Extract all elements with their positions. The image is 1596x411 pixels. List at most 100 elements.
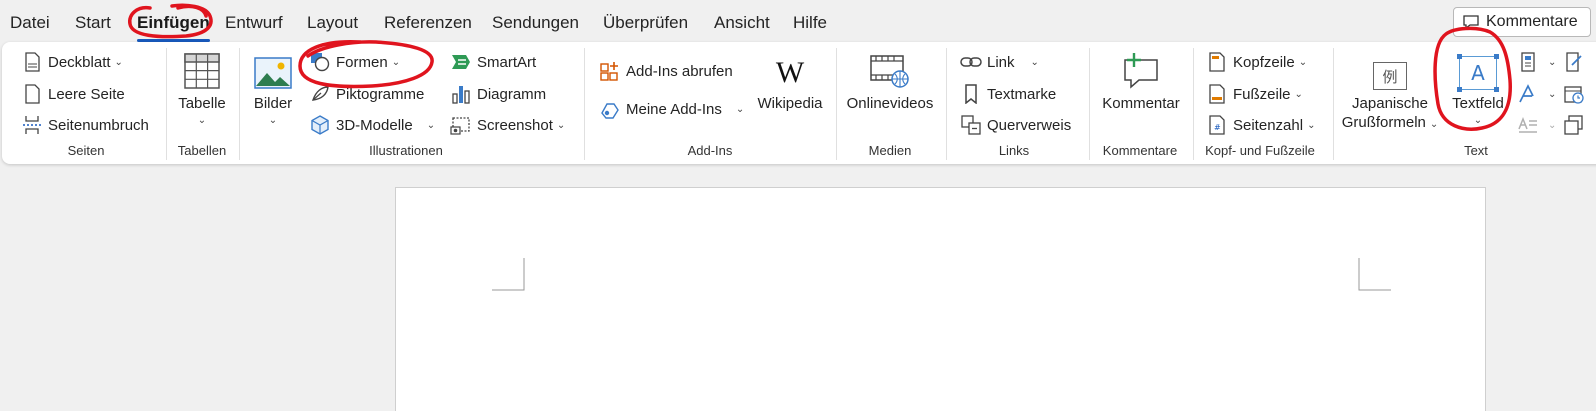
querverweis-button[interactable]: Querverweis — [959, 112, 1071, 138]
tabelle-label: Tabelle — [178, 95, 226, 112]
tab-start[interactable]: Start — [75, 12, 111, 34]
online-video-icon — [869, 48, 911, 90]
japanische-label-line2: Grußformeln ⌄ — [1341, 114, 1439, 131]
leere-seite-label: Leere Seite — [48, 85, 125, 103]
bilder-button[interactable]: Bilder ⌄ — [248, 48, 298, 127]
ribbon-panel: Deckblatt ⌄ Leere Seite Seitenumbruch Sei… — [2, 42, 1596, 164]
header-icon — [1205, 50, 1229, 74]
fusszeile-button[interactable]: Fußzeile ⌄ — [1205, 81, 1303, 107]
wikipedia-icon: W — [775, 56, 805, 89]
meine-add-ins-button[interactable]: Meine Add-Ins ⌄ — [598, 96, 744, 122]
comments-button[interactable]: Kommentare — [1453, 7, 1591, 37]
my-addins-icon — [598, 97, 622, 121]
drop-cap-button[interactable]: ⌄ — [1516, 112, 1556, 138]
tabelle-button[interactable]: Tabelle ⌄ — [174, 48, 230, 127]
japanische-grussformeln-button[interactable]: 例 Japanische Grußformeln ⌄ — [1342, 48, 1438, 134]
chevron-down-icon: ⌄ — [391, 56, 401, 68]
kommentar-button[interactable]: Kommentar — [1098, 48, 1184, 113]
tab-referenzen[interactable]: Referenzen — [384, 12, 472, 34]
kopfzeile-label: Kopfzeile — [1233, 53, 1295, 71]
textmarke-button[interactable]: Textmarke — [959, 81, 1056, 107]
smartart-label: SmartArt — [477, 53, 537, 71]
textfeld-label: Textfeld — [1452, 95, 1504, 112]
date-time-icon — [1562, 82, 1586, 106]
leere-seite-button[interactable]: Leere Seite — [20, 81, 125, 107]
page-break-icon — [20, 113, 44, 137]
screenshot-icon — [449, 113, 473, 137]
group-divider — [946, 48, 947, 160]
tab-ueberpruefen[interactable]: Überprüfen — [603, 12, 688, 34]
group-label-links: Links — [998, 143, 1030, 158]
formen-button[interactable]: Formen ⌄ — [308, 49, 400, 75]
picture-icon — [254, 48, 292, 90]
cube-icon — [308, 113, 332, 137]
tab-layout[interactable]: Layout — [307, 12, 358, 34]
chevron-down-icon: ⌄ — [1548, 56, 1557, 68]
group-divider — [166, 48, 167, 160]
3d-modelle-label: 3D-Modelle — [336, 116, 413, 134]
group-divider — [1089, 48, 1090, 160]
fusszeile-label: Fußzeile — [1233, 85, 1291, 103]
chevron-down-icon: ⌄ — [1548, 119, 1557, 131]
chevron-down-icon: ⌄ — [197, 115, 207, 126]
margin-corner-marker — [492, 258, 525, 291]
chevron-down-icon: ⌄ — [1307, 119, 1316, 131]
shapes-icon — [308, 50, 332, 74]
seitenumbruch-button[interactable]: Seitenumbruch — [20, 112, 149, 138]
screenshot-button[interactable]: Screenshot ⌄ — [449, 112, 565, 138]
link-button[interactable]: Link ⌄ — [959, 49, 1039, 75]
signature-line-icon — [1562, 50, 1586, 74]
tab-ansicht[interactable]: Ansicht — [714, 12, 770, 34]
group-label-add-ins: Add-Ins — [687, 143, 733, 158]
diagramm-label: Diagramm — [477, 85, 547, 103]
kopfzeile-button[interactable]: Kopfzeile ⌄ — [1205, 49, 1307, 75]
page-number-icon: # — [1205, 113, 1229, 137]
smartart-button[interactable]: SmartArt — [449, 49, 536, 75]
tab-sendungen[interactable]: Sendungen — [492, 12, 579, 34]
chevron-down-icon: ⌄ — [735, 103, 745, 115]
tab-hilfe[interactable]: Hilfe — [793, 12, 827, 34]
cross-reference-icon — [959, 113, 983, 137]
group-label-seiten: Seiten — [67, 143, 105, 158]
tab-datei[interactable]: Datei — [10, 12, 50, 34]
wordart-button[interactable]: ⌄ — [1516, 81, 1556, 107]
onlinevideos-button[interactable]: Onlinevideos — [844, 48, 936, 113]
group-label-tabellen: Tabellen — [177, 143, 227, 158]
tab-einfuegen[interactable]: Einfügen — [137, 12, 210, 42]
textfeld-button[interactable]: A Textfeld ⌄ — [1442, 48, 1514, 127]
comments-button-label: Kommentare — [1486, 13, 1578, 30]
object-button[interactable] — [1562, 112, 1590, 138]
chevron-down-icon: ⌄ — [1294, 88, 1303, 100]
group-label-illustrationen: Illustrationen — [369, 143, 443, 158]
seitenzahl-button[interactable]: # Seitenzahl ⌄ — [1205, 112, 1315, 138]
wordart-icon — [1516, 82, 1540, 106]
chevron-down-icon: ⌄ — [1548, 88, 1557, 100]
chevron-down-icon: ⌄ — [1298, 56, 1308, 68]
chevron-down-icon: ⌄ — [268, 115, 278, 126]
table-icon — [183, 48, 221, 90]
wikipedia-button[interactable]: W Wikipedia — [754, 48, 826, 113]
group-divider — [239, 48, 240, 160]
footer-icon — [1205, 82, 1229, 106]
meine-add-ins-label: Meine Add-Ins — [626, 100, 722, 118]
quick-parts-button[interactable]: ⌄ — [1516, 49, 1556, 75]
screenshot-label: Screenshot — [477, 116, 553, 134]
add-ins-abrufen-label: Add-Ins abrufen — [626, 62, 733, 80]
document-page[interactable] — [395, 187, 1486, 411]
3d-modelle-button[interactable]: 3D-Modelle ⌄ — [308, 112, 435, 138]
signature-line-button[interactable] — [1562, 49, 1590, 75]
diagramm-button[interactable]: Diagramm — [449, 81, 546, 107]
store-icon — [598, 59, 622, 83]
seitenumbruch-label: Seitenumbruch — [48, 116, 149, 134]
tab-entwurf[interactable]: Entwurf — [225, 12, 283, 34]
wikipedia-label: Wikipedia — [757, 95, 823, 112]
formen-label: Formen — [336, 53, 388, 71]
date-time-button[interactable] — [1562, 81, 1590, 107]
deckblatt-button[interactable]: Deckblatt ⌄ — [20, 49, 123, 75]
drop-cap-icon — [1516, 113, 1540, 137]
kommentar-label: Kommentar — [1102, 95, 1180, 112]
add-ins-abrufen-button[interactable]: Add-Ins abrufen — [598, 58, 733, 84]
group-divider — [1193, 48, 1194, 160]
piktogramme-button[interactable]: Piktogramme — [308, 81, 424, 107]
japanische-label-line1: Japanische — [1352, 95, 1428, 112]
